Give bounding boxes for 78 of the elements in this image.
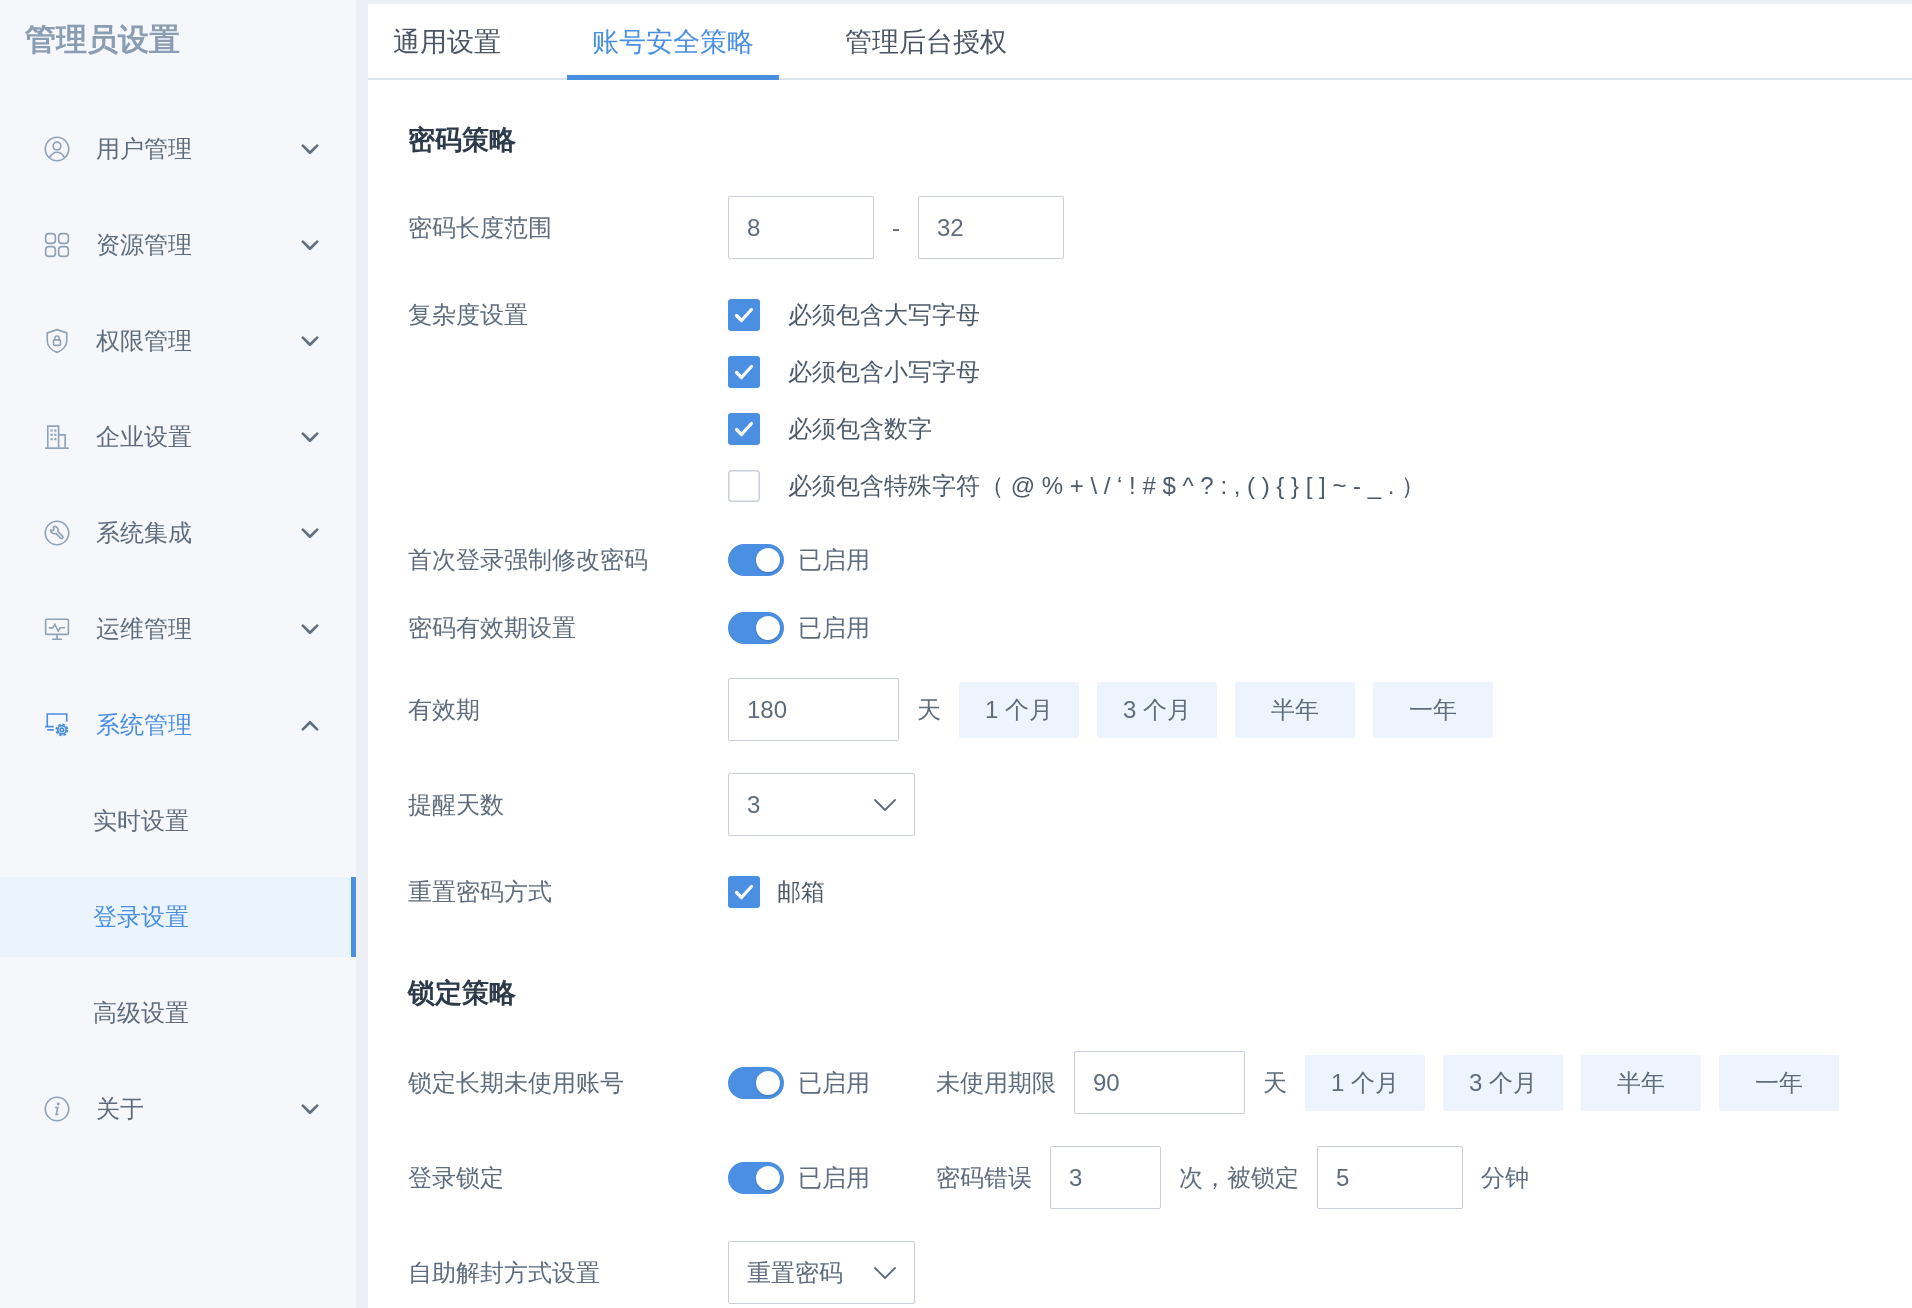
field-label: 有效期 — [408, 694, 481, 725]
sidebar-item[interactable]: 系统集成 — [0, 493, 356, 573]
text-input[interactable]: 32 — [918, 196, 1064, 259]
field-label: 密码有效期设置 — [408, 613, 577, 643]
toggle-status: 已启用 — [798, 1067, 870, 1098]
building-icon — [44, 424, 70, 450]
info-icon — [44, 1096, 70, 1122]
preset-button[interactable]: 3 个月 — [1097, 681, 1217, 738]
toggle-switch[interactable] — [728, 612, 784, 644]
sidebar-subitem[interactable]: 高级设置 — [0, 973, 356, 1053]
inline-label: 天 — [1263, 1067, 1287, 1098]
checkbox-label: 必须包含大写字母 — [788, 300, 980, 330]
field-label: 重置密码方式 — [408, 877, 553, 907]
inline-label: - — [892, 212, 900, 243]
checkbox[interactable] — [728, 299, 760, 331]
toggle-switch[interactable] — [728, 1161, 784, 1194]
sidebar-item[interactable]: 资源管理 — [0, 205, 356, 285]
inline-label: 未使用期限 — [936, 1067, 1056, 1098]
toggle-status: 已启用 — [798, 1162, 870, 1193]
field-label: 提醒天数 — [408, 789, 505, 820]
preset-button[interactable]: 3 个月 — [1443, 1054, 1563, 1111]
checkbox[interactable] — [728, 876, 760, 908]
monitor-gear-icon — [44, 712, 70, 738]
sidebar-item[interactable]: 运维管理 — [0, 589, 356, 669]
preset-button[interactable]: 1 个月 — [959, 681, 1079, 738]
checkbox[interactable] — [728, 413, 760, 445]
sidebar-title: 管理员设置 — [25, 22, 180, 58]
toggle-status: 已启用 — [798, 545, 870, 575]
checkbox-label: 必须包含数字 — [788, 414, 932, 444]
preset-button[interactable]: 一年 — [1719, 1054, 1839, 1111]
text-input[interactable]: 3 — [1050, 1146, 1161, 1209]
section-title: 密码策略 — [408, 124, 516, 157]
inline-label: 天 — [917, 694, 941, 725]
caret-icon — [874, 1266, 896, 1279]
inline-label: 密码错误 — [936, 1162, 1032, 1193]
sidebar-subitem[interactable]: 实时设置 — [0, 781, 356, 861]
checkbox[interactable] — [728, 470, 760, 502]
field-label: 首次登录强制修改密码 — [408, 545, 649, 575]
toggle-status: 已启用 — [798, 613, 870, 643]
checkbox[interactable] — [728, 356, 760, 388]
tab[interactable]: 通用设置 — [368, 4, 526, 80]
field-label: 复杂度设置 — [408, 300, 529, 330]
sidebar-item[interactable]: 权限管理 — [0, 301, 356, 381]
select-field[interactable]: 重置密码 — [728, 1241, 915, 1304]
shield-lock-icon — [44, 328, 70, 354]
field-label: 密码长度范围 — [408, 212, 553, 243]
sidebar-subitem[interactable]: 登录设置 — [0, 877, 356, 957]
text-input[interactable]: 8 — [728, 196, 874, 259]
text-input[interactable]: 5 — [1317, 1146, 1463, 1209]
checkbox-label: 邮箱 — [777, 877, 825, 907]
grid-icon — [44, 232, 70, 258]
inline-label: 分钟 — [1481, 1162, 1529, 1193]
field-label: 登录锁定 — [408, 1162, 505, 1193]
wrench-icon — [44, 520, 70, 546]
field-label: 自助解封方式设置 — [408, 1257, 601, 1288]
text-input[interactable]: 90 — [1074, 1051, 1245, 1114]
sidebar-item[interactable]: 关于 — [0, 1069, 356, 1149]
checkbox-label: 必须包含小写字母 — [788, 357, 980, 387]
preset-button[interactable]: 1 个月 — [1305, 1054, 1425, 1111]
sidebar-item[interactable]: 用户管理 — [0, 109, 356, 189]
tab[interactable]: 管理后台授权 — [820, 4, 1032, 80]
section-title: 锁定策略 — [408, 977, 516, 1010]
user-icon — [44, 136, 70, 162]
preset-button[interactable]: 一年 — [1373, 681, 1493, 738]
preset-button[interactable]: 半年 — [1235, 681, 1355, 738]
toggle-switch[interactable] — [728, 544, 784, 576]
toggle-switch[interactable] — [728, 1066, 784, 1099]
field-label: 锁定长期未使用账号 — [408, 1067, 625, 1098]
tab[interactable]: 账号安全策略 — [567, 4, 779, 80]
sidebar-item[interactable]: 系统管理 — [0, 685, 356, 765]
sidebar-item[interactable]: 企业设置 — [0, 397, 356, 477]
caret-icon — [874, 798, 896, 811]
preset-button[interactable]: 半年 — [1581, 1054, 1701, 1111]
select-field[interactable]: 3 — [728, 773, 915, 836]
checkbox-label: 必须包含特殊字符（ @ % + \ / ‘ ! # $ ^ ? : , ( ) { } [ ] ~ - _ . ） — [788, 471, 1426, 501]
inline-label: 次，被锁定 — [1179, 1162, 1299, 1193]
monitor-chart-icon — [44, 616, 70, 642]
text-input[interactable]: 180 — [728, 678, 899, 741]
